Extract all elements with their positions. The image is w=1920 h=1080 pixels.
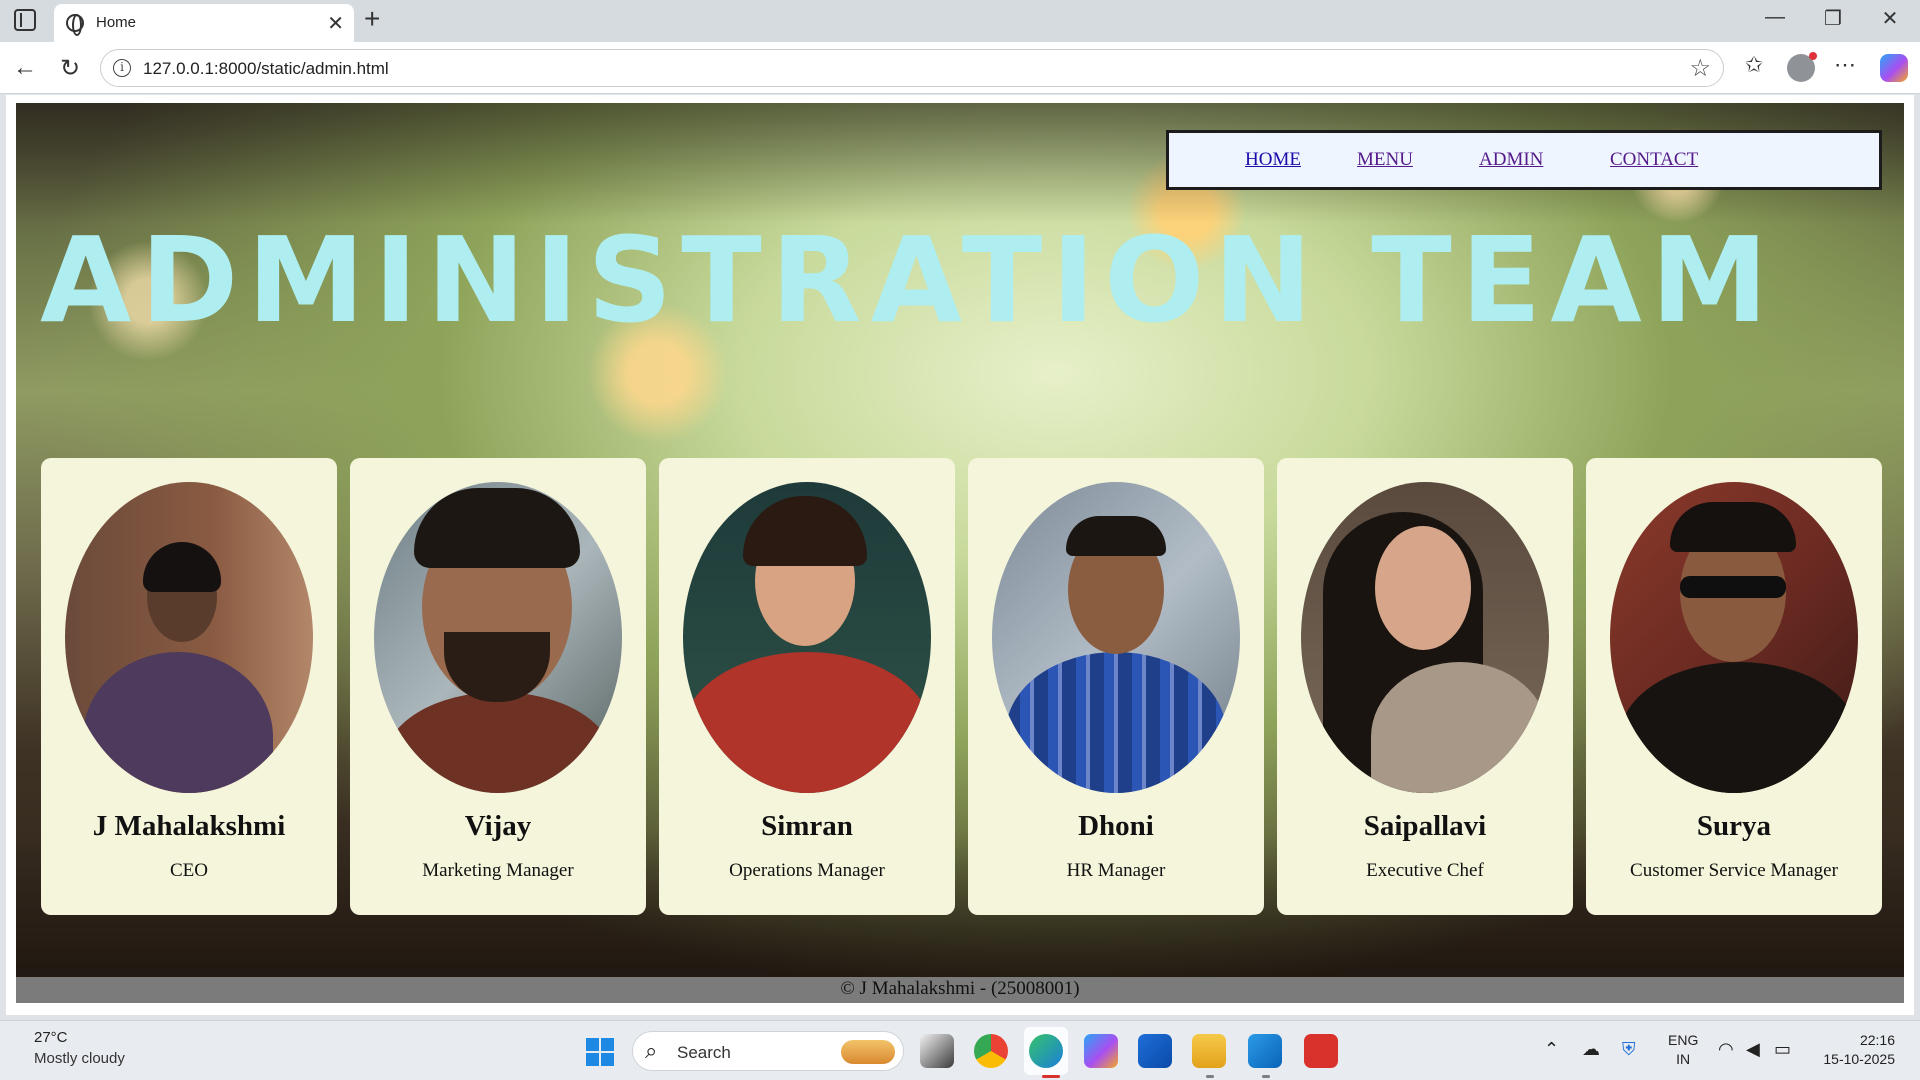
- team-card: Dhoni HR Manager: [968, 458, 1264, 915]
- team-card: Simran Operations Manager: [659, 458, 955, 915]
- team-card: J Mahalakshmi CEO: [41, 458, 337, 915]
- page-title: ADMINISTRATION TEAM: [40, 211, 1778, 349]
- search-highlight-icon: [841, 1040, 895, 1064]
- team-photo: [1610, 482, 1858, 793]
- team-photo: [683, 482, 931, 793]
- time: 22:16: [1859, 1032, 1895, 1048]
- plus-icon[interactable]: +: [364, 4, 380, 34]
- date: 15-10-2025: [1823, 1051, 1895, 1067]
- browser-tab[interactable]: Home ✕: [54, 4, 354, 42]
- member-name: J Mahalakshmi: [92, 810, 286, 842]
- weather-temp[interactable]: 27°C: [34, 1029, 68, 1046]
- store-icon[interactable]: [1138, 1034, 1172, 1068]
- url-input[interactable]: i 127.0.0.1:8000/static/admin.html ☆: [100, 49, 1724, 87]
- team-card: Vijay Marketing Manager: [350, 458, 646, 915]
- minimize-icon[interactable]: —: [1755, 6, 1795, 29]
- member-name: Saipallavi: [1363, 810, 1487, 842]
- browser-viewport: HOME MENU ADMIN CONTACT ADMINISTRATION T…: [6, 95, 1914, 1015]
- lang-line1: ENG: [1668, 1032, 1699, 1048]
- member-name: Surya: [1696, 810, 1772, 842]
- member-role: Customer Service Manager: [1630, 860, 1838, 881]
- member-name: Simran: [761, 810, 853, 842]
- team-photo: [374, 482, 622, 793]
- team-photo: [1301, 482, 1549, 793]
- member-role: CEO: [170, 860, 208, 881]
- start-icon[interactable]: [586, 1038, 614, 1066]
- restore-icon[interactable]: ❐: [1813, 6, 1853, 31]
- site-info-icon[interactable]: i: [113, 59, 131, 77]
- browser-address-bar: ← ↻ i 127.0.0.1:8000/static/admin.html ☆…: [0, 42, 1920, 94]
- member-role: Executive Chef: [1366, 860, 1484, 881]
- wps-icon[interactable]: [1304, 1034, 1338, 1068]
- nav-link-contact[interactable]: CONTACT: [1610, 149, 1698, 171]
- refresh-icon[interactable]: ↻: [55, 54, 85, 83]
- team-photo: [992, 482, 1240, 793]
- more-icon[interactable]: ⋯: [1829, 52, 1861, 78]
- favorites-icon[interactable]: ✩: [1738, 52, 1770, 78]
- battery-icon[interactable]: ▭: [1774, 1039, 1791, 1060]
- search-icon: ⌕: [645, 1038, 658, 1063]
- volume-icon[interactable]: ◀: [1746, 1039, 1760, 1060]
- nav-link-home[interactable]: HOME: [1245, 149, 1301, 171]
- member-name: Dhoni: [1078, 810, 1154, 842]
- member-name: Vijay: [464, 810, 532, 842]
- member-role: Operations Manager: [729, 860, 885, 881]
- taskbar-search[interactable]: ⌕ Search: [632, 1031, 904, 1071]
- running-indicator: [1262, 1075, 1270, 1078]
- active-indicator: [1042, 1075, 1060, 1078]
- team-photo: [65, 482, 313, 793]
- profile-icon[interactable]: [1787, 52, 1817, 82]
- browser-tab-bar: Home ✕ + — ❐ ✕: [0, 0, 1920, 42]
- close-window-icon[interactable]: ✕: [1870, 6, 1910, 31]
- weather-desc[interactable]: Mostly cloudy: [34, 1050, 125, 1067]
- wifi-icon[interactable]: ◠: [1718, 1039, 1734, 1060]
- nav-link-menu[interactable]: MENU: [1357, 149, 1413, 171]
- favorite-star-icon[interactable]: ☆: [1689, 54, 1711, 83]
- vscode-icon[interactable]: [1248, 1034, 1282, 1068]
- page-footer: © J Mahalakshmi - (25008001): [16, 977, 1904, 1003]
- back-icon[interactable]: ←: [10, 54, 40, 82]
- team-card: Surya Customer Service Manager: [1586, 458, 1882, 915]
- taskbar: 27°C Mostly cloudy ⌕ Search ⌃ ☁ ⛨ ENG IN…: [0, 1020, 1920, 1080]
- task-view-icon[interactable]: [920, 1034, 954, 1068]
- nav-link-admin[interactable]: ADMIN: [1479, 149, 1543, 171]
- security-shield-icon[interactable]: ⛨: [1622, 1039, 1636, 1060]
- globe-icon: [66, 14, 84, 36]
- team-cards: J Mahalakshmi CEO Vijay Marketing Manage…: [41, 458, 1882, 915]
- edge-icon[interactable]: [1029, 1034, 1063, 1068]
- tab-actions-icon[interactable]: [14, 9, 36, 31]
- copilot-icon[interactable]: [1880, 54, 1908, 82]
- running-indicator: [1206, 1075, 1214, 1078]
- member-role: Marketing Manager: [422, 860, 574, 881]
- file-explorer-icon[interactable]: [1192, 1034, 1226, 1068]
- team-card: Saipallavi Executive Chef: [1277, 458, 1573, 915]
- top-nav: HOME MENU ADMIN CONTACT: [1166, 130, 1882, 190]
- tab-title: Home: [96, 14, 137, 31]
- language-indicator[interactable]: ENG IN: [1668, 1031, 1698, 1069]
- admin-page: HOME MENU ADMIN CONTACT ADMINISTRATION T…: [16, 103, 1904, 1003]
- lang-line2: IN: [1676, 1051, 1691, 1067]
- search-label: Search: [677, 1043, 731, 1062]
- chrome-icon[interactable]: [974, 1034, 1008, 1068]
- copilot-app-icon[interactable]: [1084, 1034, 1118, 1068]
- url-text: 127.0.0.1:8000/static/admin.html: [143, 59, 389, 78]
- member-role: HR Manager: [1066, 860, 1166, 881]
- onedrive-icon[interactable]: ☁: [1582, 1039, 1600, 1060]
- close-icon[interactable]: ✕: [327, 11, 344, 36]
- chevron-up-icon[interactable]: ⌃: [1544, 1039, 1559, 1060]
- clock[interactable]: 22:16 15-10-2025: [1815, 1031, 1895, 1069]
